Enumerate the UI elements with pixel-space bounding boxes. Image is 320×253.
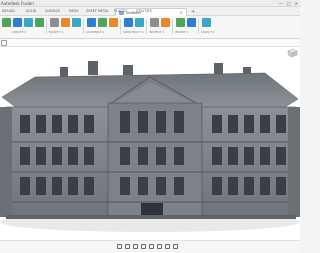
minimize-button[interactable]: — <box>279 1 283 6</box>
workspace-menu-design[interactable]: DESIGN <box>2 9 15 13</box>
browser-panel-strip <box>0 39 300 47</box>
pan-icon[interactable] <box>133 244 138 249</box>
title-bar: Autodesk Fusion — □ ✕ <box>0 0 300 7</box>
viewcube[interactable] <box>286 48 298 58</box>
separator <box>146 19 147 34</box>
new-component-icon[interactable] <box>87 18 96 27</box>
insert-svg-icon[interactable] <box>187 18 196 27</box>
navigation-bar <box>0 240 300 253</box>
separator <box>198 19 199 34</box>
separator <box>120 19 121 34</box>
plinth <box>6 215 296 219</box>
menu-create[interactable]: CREATE ▾ <box>12 30 26 34</box>
menu-modify[interactable]: MODIFY ▾ <box>49 30 63 34</box>
close-button[interactable]: ✕ <box>295 1 298 6</box>
fillet-icon[interactable] <box>61 18 70 27</box>
axis-icon[interactable] <box>135 18 144 27</box>
viewports-icon[interactable] <box>173 244 178 249</box>
extrude-icon[interactable] <box>24 18 33 27</box>
fit-icon[interactable] <box>149 244 154 249</box>
insert-mesh-icon[interactable] <box>176 18 185 27</box>
maximize-button[interactable]: □ <box>287 1 291 6</box>
chimney <box>88 61 98 75</box>
offset-plane-icon[interactable] <box>124 18 133 27</box>
menu-construct[interactable]: CONSTRUCT ▾ <box>123 30 144 34</box>
create-sketch-icon[interactable] <box>13 18 22 27</box>
display-settings-icon[interactable] <box>157 244 162 249</box>
separator <box>172 19 173 34</box>
browser-toggle-icon[interactable] <box>1 40 7 46</box>
window-controls: — □ ✕ <box>279 1 298 6</box>
look-at-icon[interactable] <box>125 244 130 249</box>
workspace-menu-sheet-metal[interactable]: SHEET METAL <box>86 9 109 13</box>
move-icon[interactable] <box>109 18 118 27</box>
revolve-icon[interactable] <box>35 18 44 27</box>
measure-icon[interactable] <box>150 18 159 27</box>
app-title: Autodesk Fusion <box>1 1 34 6</box>
workspace-menu-plastic[interactable]: PLASTIC <box>114 9 128 13</box>
ribbon-toolbar: CREATE ▾ MODIFY ▾ ASSEMBLE ▾ CONSTRUCT ▾… <box>0 16 300 39</box>
workspace-icon[interactable] <box>2 18 11 27</box>
orbit-icon[interactable] <box>117 244 122 249</box>
chimney <box>123 65 133 75</box>
workspace-menu-surface[interactable]: SURFACE <box>45 9 60 13</box>
grid-settings-icon[interactable] <box>165 244 170 249</box>
menu-insert[interactable]: INSERT ▾ <box>175 30 188 34</box>
building-model <box>0 61 300 232</box>
workspace-menu-solid[interactable]: SOLID <box>26 9 36 13</box>
add-tab-icon[interactable]: + <box>191 9 195 15</box>
separator <box>83 19 84 34</box>
menu-assemble[interactable]: ASSEMBLE ▾ <box>86 30 104 34</box>
section-analysis-icon[interactable] <box>161 18 170 27</box>
menu-inspect[interactable]: INSPECT ▾ <box>149 30 164 34</box>
left-wing <box>0 107 12 217</box>
canvas-viewport[interactable] <box>0 47 300 240</box>
shell-icon[interactable] <box>72 18 81 27</box>
zoom-icon[interactable] <box>141 244 146 249</box>
joint-icon[interactable] <box>98 18 107 27</box>
right-wing <box>288 107 300 217</box>
workspace-menu-mesh[interactable]: MESH <box>69 9 79 13</box>
menu-select[interactable]: SELECT ▾ <box>201 30 215 34</box>
separator <box>46 19 47 34</box>
workspace-menu-utilities[interactable]: UTILITIES <box>136 9 152 13</box>
press-pull-icon[interactable] <box>50 18 59 27</box>
main-door <box>141 203 163 217</box>
select-icon[interactable] <box>202 18 211 27</box>
